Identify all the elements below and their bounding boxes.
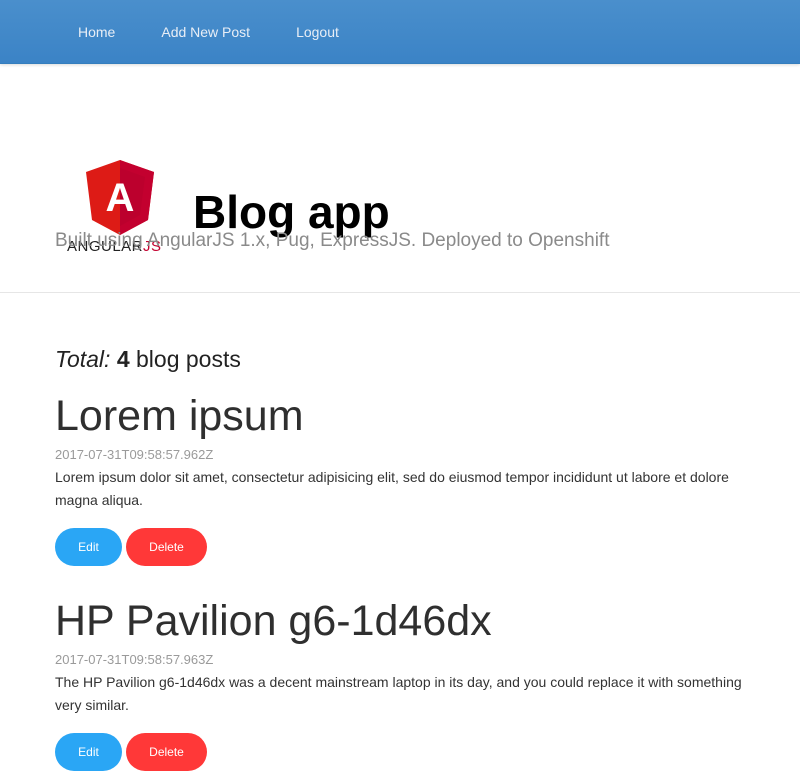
post-body: Lorem ipsum dolor sit amet, consectetur …: [55, 469, 729, 508]
nav-logout-link[interactable]: Logout: [273, 0, 362, 64]
total-label: Total:: [55, 346, 111, 372]
delete-button[interactable]: Delete: [126, 528, 207, 566]
hero-section: A ANGULARJS Blog app: [0, 64, 800, 293]
edit-button[interactable]: Edit: [55, 528, 122, 566]
posts-content: Total: 4 blog posts Lorem ipsum 2017-07-…: [0, 294, 800, 771]
delete-button[interactable]: Delete: [126, 733, 207, 771]
post-body: The HP Pavilion g6-1d46dx was a decent m…: [55, 674, 742, 713]
post-date: 2017-07-31T09:58:57.963Z: [55, 652, 214, 667]
site-subtitle: Built using AngularJS 1.x, Pug, ExpressJ…: [55, 230, 610, 251]
total-posts-summary: Total: 4 blog posts: [55, 344, 241, 374]
post-title: HP Pavilion g6-1d46dx: [55, 597, 492, 645]
nav-home-link[interactable]: Home: [55, 0, 138, 64]
top-navbar: Home Add New Post Logout: [0, 0, 800, 64]
logo-letter: A: [106, 176, 135, 220]
nav-add-new-post-link[interactable]: Add New Post: [138, 0, 273, 64]
blog-post: Lorem ipsum 2017-07-31T09:58:57.962Z Lor…: [55, 391, 745, 566]
total-suffix: blog posts: [136, 346, 241, 372]
post-actions: Edit Delete: [55, 733, 745, 771]
edit-button[interactable]: Edit: [55, 733, 122, 771]
total-count: 4: [116, 346, 130, 372]
post-actions: Edit Delete: [55, 528, 745, 566]
blog-post: HP Pavilion g6-1d46dx 2017-07-31T09:58:5…: [55, 596, 745, 771]
post-date: 2017-07-31T09:58:57.962Z: [55, 447, 214, 462]
post-title: Lorem ipsum: [55, 392, 304, 440]
